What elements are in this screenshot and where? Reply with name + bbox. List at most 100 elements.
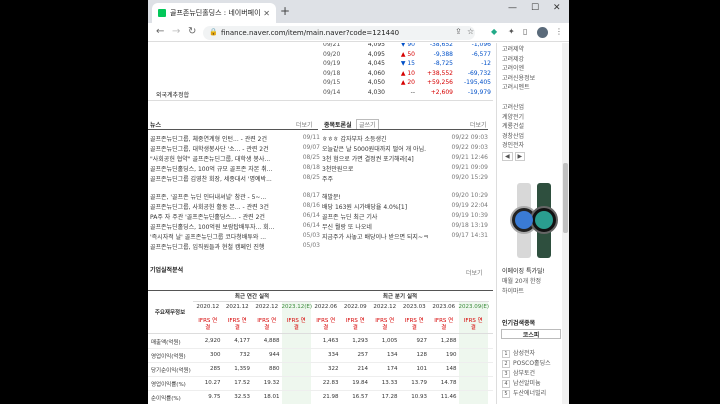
popular-name[interactable]: 두산에너빌리: [513, 390, 546, 397]
news-item[interactable]: 골프존뉴딘그룹 김영찬 회장, 세종대서 '명예박... 08/25: [150, 174, 320, 183]
news-text[interactable]: 골프존뉴딘그룹 김영찬 회장, 세종대서 '명예박...: [150, 174, 300, 183]
news-text[interactable]: "사회공헌 협약" 골프존뉴딘그룹, 대학생 봉사...: [150, 154, 300, 163]
board-item[interactable]: 골프존 뉴딘 최근 기사 09/19 10:39: [322, 212, 488, 221]
sidebar-stock-link[interactable]: 고려산업: [502, 102, 524, 111]
next-icon[interactable]: ▶: [514, 152, 526, 161]
financial-more-link[interactable]: 더보기: [466, 268, 483, 277]
news-item[interactable]: 골프존뉴딘그룹, 대학생봉사단 '소... - 관련 2건 09/07: [150, 144, 320, 153]
popular-item[interactable]: 2 POSCO홀딩스: [502, 358, 551, 368]
address-bar[interactable]: 🔒 finance.naver.com/item/main.naver?code…: [203, 26, 475, 40]
sidebar-stock-link[interactable]: 계룡건설: [502, 121, 524, 130]
ad-title[interactable]: 이메이징 특가딜!: [502, 266, 545, 275]
page-scrollbar[interactable]: [562, 43, 569, 404]
profile-avatar[interactable]: [537, 27, 548, 38]
board-item[interactable]: ㅎㅎㅎ 갑자부자 소등생긴 09/22 09:03: [322, 134, 488, 143]
board-text[interactable]: ㅎㅎㅎ 갑자부자 소등생긴: [322, 134, 442, 143]
board-item[interactable]: 주주 09/20 15:29: [322, 174, 488, 183]
puzzle-extensions-icon[interactable]: ✦: [508, 27, 515, 37]
tab-kospi[interactable]: 코스피: [501, 329, 561, 339]
daily-date: 09/19: [323, 60, 341, 67]
extension-icon[interactable]: ◆: [491, 27, 497, 37]
board-item[interactable]: 3천만원으로 09/21 09:09: [322, 164, 488, 173]
fin-value: 4,888: [263, 338, 280, 344]
daily-date: 09/20: [323, 50, 341, 58]
sidebar-stock-link[interactable]: 경창산업: [502, 131, 524, 140]
board-text[interactable]: 오늘같은 날 5000원대까지 떨어 개 아님.: [322, 144, 442, 153]
sidebar-stock-link[interactable]: 고려제강: [502, 54, 524, 63]
sidebar-stock-link[interactable]: 고려제약: [502, 44, 524, 53]
news-item[interactable]: PA주 자 주관 '골프존뉴딘홀딩스... - 관련 2건 06/14: [150, 212, 320, 221]
news-item[interactable]: 골프존, '골프존 뉴딘 인터내셔널' 참관 - 5~... 08/17: [150, 192, 320, 201]
daily-row: 09/15 4,050 ▲ 20 +59,256 -195,405: [323, 79, 493, 86]
board-item[interactable]: 3천 험으로 가면 결정권 포기해라[4] 09/21 12:46: [322, 154, 488, 163]
fin-ifrs-label: IFRS 연결: [404, 318, 424, 331]
sidebar-stock-link[interactable]: 고려시멘트: [502, 82, 530, 91]
board-text[interactable]: 주주: [322, 174, 442, 183]
news-text[interactable]: 골프존뉴딘그룹, 대학생봉사단 '소... - 관련 2건: [150, 144, 300, 153]
popular-item[interactable]: 4 남선알미늄: [502, 378, 541, 388]
news-text[interactable]: '즉시자적 날' 골프존뉴딘그룹 코다청배투와 ...: [150, 232, 300, 241]
news-item[interactable]: "사회공헌 협약" 골프존뉴딘그룹, 대학생 봉사... 08/25: [150, 154, 320, 163]
board-text[interactable]: 배당 163원 시가배당율 4.0%[1]: [322, 202, 442, 211]
sidebar-stock-link[interactable]: 고려신용정보: [502, 73, 535, 82]
smartwatch-ad-image[interactable]: [509, 183, 559, 258]
board-text[interactable]: 3천만원으로: [322, 164, 442, 173]
bookmark-star-icon[interactable]: ☆: [467, 27, 474, 37]
news-text[interactable]: PA주 자 주관 '골프존뉴딘홀딩스... - 관련 2건: [150, 212, 300, 221]
sidebar-stock-link[interactable]: 계양전기: [502, 112, 524, 121]
close-window-icon[interactable]: ✕: [553, 3, 561, 13]
scrollbar-thumb[interactable]: [563, 163, 568, 233]
news-text[interactable]: 골프존뉴딘그룹, 사회공헌 활동 본... - 관련 3건: [150, 202, 300, 211]
prev-icon[interactable]: ◀: [502, 152, 513, 161]
board-text[interactable]: 3천 험으로 가면 결정권 포기해라[4]: [322, 154, 442, 163]
fin-value: 9.75: [208, 394, 221, 400]
news-item[interactable]: 골프존뉴딘그룹, 체중연계형 인턴... - 관련 2건 09/11: [150, 134, 320, 143]
board-item[interactable]: 지금주가 사놓고 배당이나 받으면 되지~ㅋ 09/17 14:31: [322, 232, 488, 241]
news-text[interactable]: 골프존, '골프존 뉴딘 인터내셔널' 참관 - 5~...: [150, 192, 300, 201]
news-item[interactable]: 골프존뉴딘홀딩스, 100억원 보람탑배투자... 회... 06/14: [150, 222, 320, 231]
reload-icon[interactable]: ↻: [188, 26, 196, 38]
popular-name[interactable]: POSCO홀딩스: [513, 360, 551, 367]
board-more-link[interactable]: 더보기: [470, 120, 487, 129]
board-text[interactable]: 해발문!: [322, 192, 442, 201]
popular-item[interactable]: 1 삼성전자: [502, 348, 535, 358]
news-text[interactable]: 골프존뉴딘홀딩스, 100억원 보람탑배투자... 회...: [150, 222, 300, 231]
sidebar-stock-link[interactable]: 경인전자: [502, 140, 524, 149]
board-text[interactable]: 무신 뭘랑 또 나오네: [322, 222, 442, 231]
forward-icon[interactable]: →: [172, 26, 180, 38]
popular-item[interactable]: 5 두산에너빌리: [502, 388, 546, 398]
maximize-icon[interactable]: ☐: [531, 3, 539, 13]
sidebar-pager: ◀ ▶: [502, 152, 526, 161]
popular-item[interactable]: 3 삼부토건: [502, 368, 535, 378]
new-tab-icon[interactable]: +: [280, 5, 290, 17]
board-item[interactable]: 배당 163원 시가배당율 4.0%[1] 09/19 22:04: [322, 202, 488, 211]
sidebar-stock-link[interactable]: 고려이엔: [502, 63, 524, 72]
browser-tab[interactable]: 골프존뉴딘홀딩스 : 네이버페이 ✕: [152, 3, 276, 23]
close-tab-icon[interactable]: ✕: [263, 9, 270, 18]
board-text[interactable]: 골프존 뉴딘 최근 기사: [322, 212, 442, 221]
news-item[interactable]: 골프존뉴딘그룹, 임직원들과 현철 캠페인 진행 05/03: [150, 242, 320, 251]
popular-name[interactable]: 남선알미늄: [513, 380, 541, 387]
news-text[interactable]: 골프존뉴딘그룹, 임직원들과 현철 캠페인 진행: [150, 242, 300, 251]
news-item[interactable]: 골프존뉴딘홀딩스, 100억 규모 골프존 자본 취... 08/18: [150, 164, 320, 173]
minimize-icon[interactable]: —: [508, 3, 517, 13]
board-item[interactable]: 해발문! 09/20 10:29: [322, 192, 488, 201]
news-text[interactable]: 골프존뉴딘홀딩스, 100억 규모 골프존 자본 취...: [150, 164, 300, 173]
financial-table: 주요재무정보 최근 연간 실적 최근 분기 실적 2020.12 IFRS 연결 2021…: [148, 290, 493, 404]
popular-name[interactable]: 삼성전자: [513, 350, 535, 357]
share-icon[interactable]: ⇪: [455, 27, 462, 37]
sidebar-icon[interactable]: ▯: [523, 27, 527, 37]
board-text[interactable]: 지금주가 사놓고 배당이나 받으면 되지~ㅋ: [322, 232, 442, 241]
fin-value: 13.33: [381, 380, 398, 386]
news-more-link[interactable]: 더보기: [296, 120, 313, 129]
board-item[interactable]: 오늘같은 날 5000원대까지 떨어 개 아님. 09/22 09:03: [322, 144, 488, 153]
news-item[interactable]: 골프존뉴딘그룹, 사회공헌 활동 본... - 관련 3건 08/16: [150, 202, 320, 211]
popular-name[interactable]: 삼부토건: [513, 370, 535, 377]
news-item[interactable]: '즉시자적 날' 골프존뉴딘그룹 코다청배투와 ... 05/03: [150, 232, 320, 241]
menu-icon[interactable]: ⋮: [555, 27, 563, 37]
back-icon[interactable]: ←: [156, 26, 164, 38]
ad-subtitle: 매월 20개 한정: [502, 278, 542, 285]
news-text[interactable]: 골프존뉴딘그룹, 체중연계형 인턴... - 관련 2건: [150, 134, 300, 143]
board-item[interactable]: 무신 뭘랑 또 나오네 09/18 13:19: [322, 222, 488, 231]
fin-value: 1,293: [352, 338, 368, 344]
